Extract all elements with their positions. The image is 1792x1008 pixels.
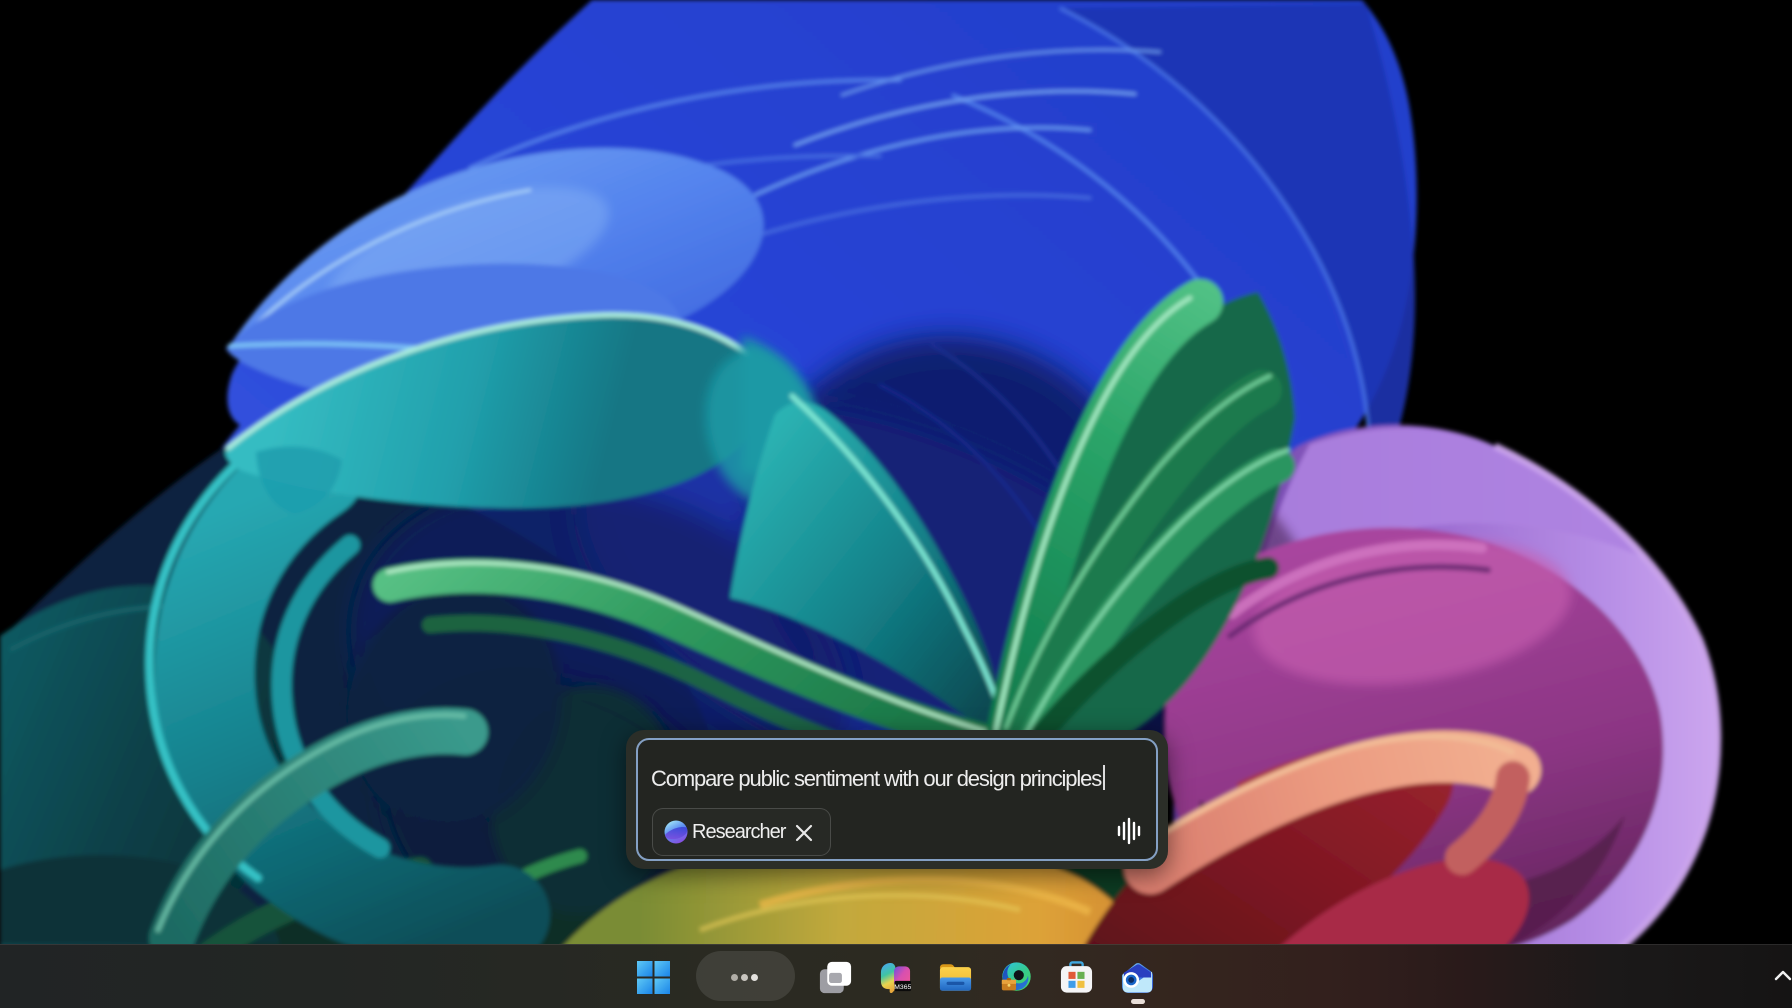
svg-text:M365: M365 (894, 984, 911, 991)
